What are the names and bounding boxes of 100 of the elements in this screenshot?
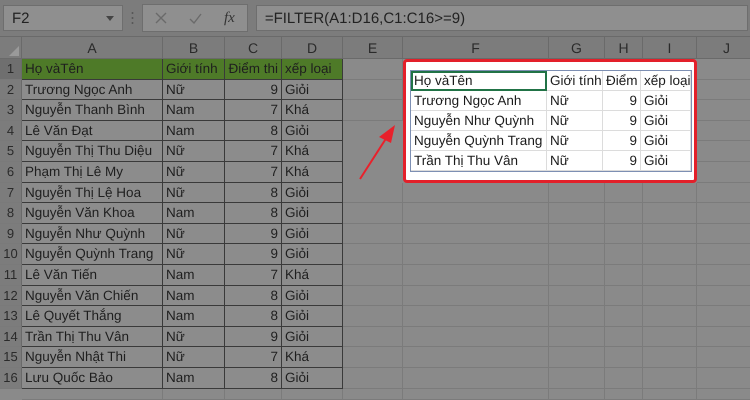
table-cell: 9 [603, 150, 641, 171]
table-cell: Nữ [163, 347, 225, 368]
table-cell: Nam [163, 120, 225, 142]
row-header[interactable]: 11 [0, 264, 22, 286]
table-cell: Giỏi [641, 130, 691, 151]
table-cell: Giới tính [547, 70, 603, 91]
select-all-icon[interactable] [9, 46, 19, 56]
table-cell: Trương Ngọc Anh [411, 90, 547, 111]
row-header[interactable]: 3 [0, 100, 22, 121]
table-cell: Nam [163, 286, 225, 306]
table-cell: Nữ [163, 182, 225, 204]
table-cell: 9 [603, 130, 641, 151]
column-header[interactable]: J [697, 37, 750, 59]
table-cell: Điểm thi [225, 59, 282, 80]
row-header[interactable]: 1 [0, 59, 22, 80]
table-cell: Lê Văn Đạt [22, 120, 163, 142]
column-header[interactable]: C [225, 37, 282, 59]
table-cell: Nữ [547, 130, 603, 151]
empty-cell[interactable] [605, 182, 643, 204]
empty-cell[interactable] [403, 182, 549, 204]
insert-function-button[interactable]: fx [224, 10, 235, 26]
table-cell: Nam [163, 368, 225, 388]
row-header[interactable]: 8 [0, 203, 22, 224]
table-cell: Giỏi [282, 120, 343, 142]
check-icon[interactable] [189, 12, 202, 24]
table-cell: Giỏi [282, 224, 343, 244]
table-cell: Giỏi [641, 150, 691, 171]
table-cell: Nguyễn Như Quỳnh [411, 110, 547, 131]
row-header[interactable]: 9 [0, 224, 22, 244]
table-cell: Lưu Quốc Bảo [22, 368, 163, 388]
empty-cell[interactable] [343, 388, 403, 400]
table-cell: Nữ [547, 150, 603, 171]
table-cell: 7 [225, 162, 282, 183]
table-cell: Giỏi [282, 80, 343, 100]
table-cell: Giỏi [641, 110, 691, 131]
row-header[interactable]: 14 [0, 326, 22, 348]
table-cell: Họ vàTên [411, 70, 547, 91]
table-cell: Nữ [547, 90, 603, 111]
table-cell: Giỏi [282, 203, 343, 224]
table-cell: Nguyễn Văn Khoa [22, 203, 163, 224]
table-cell: Nguyễn Quỳnh Trang [411, 130, 547, 151]
table-cell: 8 [225, 368, 282, 388]
arrow [357, 122, 397, 181]
column-header[interactable]: D [282, 37, 343, 59]
empty-cell[interactable] [643, 182, 697, 204]
row-header[interactable]: 6 [0, 162, 22, 183]
row-header[interactable]: 10 [0, 244, 22, 265]
table-cell: Khá [282, 347, 343, 368]
grip-icon [131, 11, 134, 25]
table-cell: Trần Thị Thu Vân [22, 326, 163, 348]
empty-cell[interactable] [549, 182, 605, 204]
row-header[interactable]: 16 [0, 368, 22, 388]
table-cell: 8 [225, 120, 282, 142]
table-cell: 9 [225, 326, 282, 348]
empty-cell[interactable] [163, 388, 225, 400]
table-cell: 7 [225, 100, 282, 121]
table-cell: Nam [163, 306, 225, 327]
column-header[interactable]: A [22, 37, 163, 59]
table-cell: Nam [163, 264, 225, 286]
table-cell: Khá [282, 162, 343, 183]
row-header[interactable]: 5 [0, 141, 22, 162]
column-header[interactable]: F [403, 37, 549, 59]
table-cell: 8 [225, 306, 282, 327]
row-header[interactable]: 7 [0, 182, 22, 204]
empty-cell[interactable] [225, 388, 282, 400]
table-cell: 8 [225, 203, 282, 224]
table-cell: 9 [225, 224, 282, 244]
caret-icon [106, 16, 114, 20]
table-cell: Trương Ngọc Anh [22, 80, 163, 100]
cancel-icon[interactable] [155, 12, 167, 24]
row-header[interactable]: 13 [0, 306, 22, 327]
table-cell: Giới tính [163, 59, 225, 80]
table-cell: 8 [225, 286, 282, 306]
table-cell: Điểm [603, 70, 641, 91]
empty-cell[interactable] [22, 388, 163, 400]
table-cell: xếp loại [282, 59, 343, 80]
table-cell: Khá [282, 141, 343, 162]
row-header[interactable]: 12 [0, 286, 22, 306]
row-header[interactable]: 2 [0, 80, 22, 100]
row-header[interactable]: 4 [0, 120, 22, 142]
table-cell: Nguyễn Văn Chiến [22, 286, 163, 306]
column-header[interactable]: B [163, 37, 225, 59]
empty-cell[interactable] [282, 388, 343, 400]
column-header[interactable]: G [549, 37, 605, 59]
table-cell: 7 [225, 264, 282, 286]
column-header[interactable]: H [605, 37, 643, 59]
column-header[interactable]: E [343, 37, 403, 59]
table-cell: Lê Văn Tiến [22, 264, 163, 286]
table-cell: Phạm Thị Lê My [22, 162, 163, 183]
name-box[interactable]: F2 [3, 5, 123, 31]
table-cell: Nguyễn Như Quỳnh [22, 224, 163, 244]
column-header[interactable]: I [643, 37, 697, 59]
table-cell: Nữ [163, 141, 225, 162]
table-cell: Nữ [163, 80, 225, 100]
table-cell: Giỏi [282, 368, 343, 388]
row-header[interactable]: 15 [0, 347, 22, 368]
table-cell: Khá [282, 264, 343, 286]
table-cell: 9 [603, 110, 641, 131]
formula-field[interactable]: =FILTER(A1:D16,C1:C16>=9) [256, 5, 748, 31]
table-cell: Giỏi [282, 326, 343, 348]
